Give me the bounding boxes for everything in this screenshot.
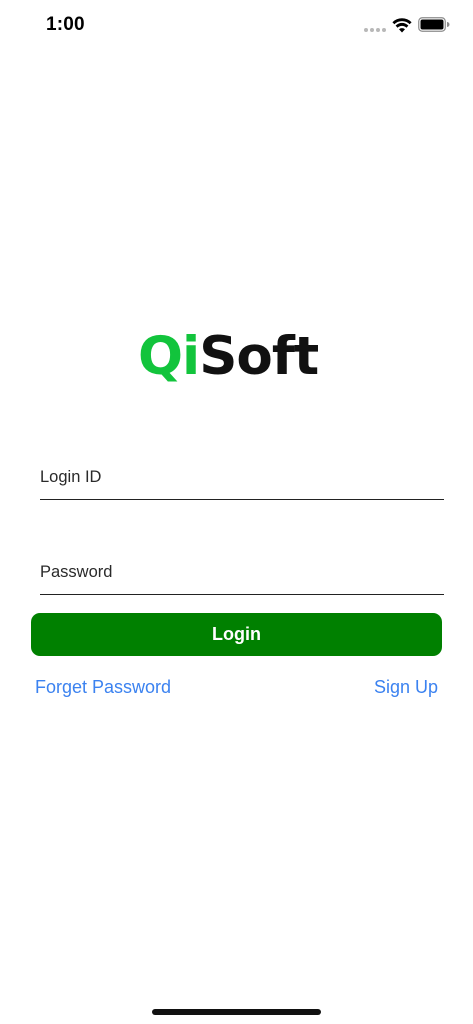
status-time: 1:00 bbox=[46, 14, 85, 35]
sign-up-link[interactable]: Sign Up bbox=[374, 677, 438, 698]
login-button[interactable]: Login bbox=[31, 613, 442, 656]
wifi-icon bbox=[392, 18, 412, 33]
logo-part-qi: Qi bbox=[138, 326, 200, 387]
password-field bbox=[40, 550, 444, 595]
login-id-field bbox=[40, 455, 444, 500]
logo-part-soft: Soft bbox=[199, 326, 319, 387]
status-bar: 1:00 bbox=[0, 0, 473, 52]
home-indicator bbox=[152, 1009, 321, 1015]
login-id-input[interactable] bbox=[40, 461, 444, 493]
battery-icon bbox=[418, 17, 450, 32]
signal-dots-icon bbox=[364, 28, 386, 32]
qisoft-logo: QiSoft bbox=[138, 326, 338, 388]
password-input[interactable] bbox=[40, 556, 444, 588]
forget-password-link[interactable]: Forget Password bbox=[35, 677, 171, 698]
